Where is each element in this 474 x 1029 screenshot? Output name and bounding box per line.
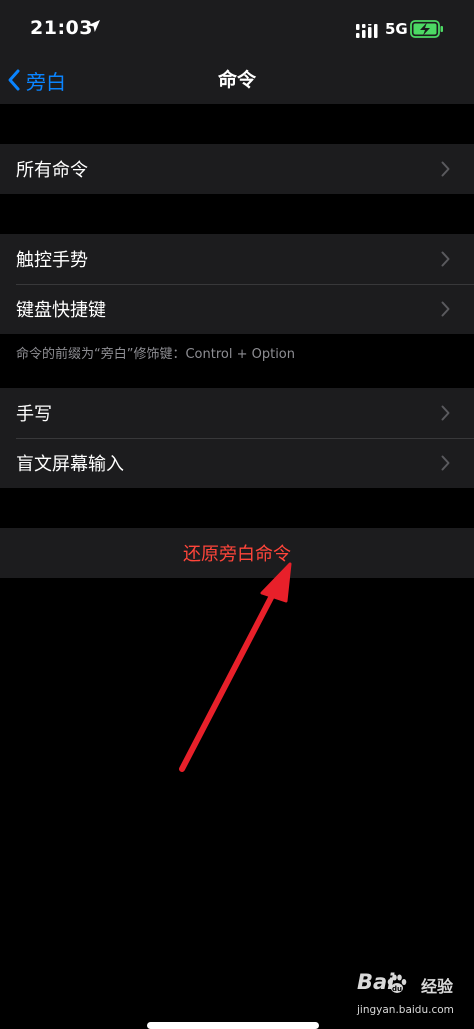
network-type: 5G bbox=[385, 20, 408, 38]
navigation-bar: 命令 旁白 bbox=[0, 56, 474, 104]
battery-charging-icon bbox=[410, 20, 443, 38]
back-button[interactable]: 旁白 bbox=[6, 56, 66, 104]
list-item-label: 键盘快捷键 bbox=[16, 300, 106, 321]
watermark-url: jingyan.baidu.com bbox=[357, 1004, 454, 1016]
chevron-right-icon bbox=[441, 251, 450, 267]
watermark-brand-suffix: 经验 bbox=[421, 977, 454, 996]
baidu-jingyan-watermark: Bai du 经验 jingyan.baidu.com bbox=[355, 970, 465, 1022]
settings-group-reset: 还原旁白命令 bbox=[0, 528, 474, 578]
list-item-label: 盲文屏幕输入 bbox=[16, 454, 124, 475]
list-item-handwriting[interactable]: 手写 bbox=[0, 388, 474, 438]
settings-group-all-commands: 所有命令 bbox=[0, 144, 474, 194]
page-title: 命令 bbox=[217, 69, 256, 91]
chevron-right-icon bbox=[441, 161, 450, 177]
list-item-all-commands[interactable]: 所有命令 bbox=[0, 144, 474, 194]
chevron-right-icon bbox=[441, 301, 450, 317]
chevron-right-icon bbox=[441, 455, 450, 471]
status-bar: 21:03 5G bbox=[0, 0, 474, 56]
svg-text:du: du bbox=[392, 985, 402, 993]
list-item-label: 触控手势 bbox=[16, 250, 88, 271]
location-arrow-icon bbox=[88, 20, 100, 32]
back-button-label: 旁白 bbox=[26, 69, 66, 94]
chevron-left-icon bbox=[8, 69, 20, 91]
list-item-braille-screen-input[interactable]: 盲文屏幕输入 bbox=[0, 438, 474, 488]
paw-icon: du bbox=[387, 974, 407, 993]
list-item-keyboard-shortcuts[interactable]: 键盘快捷键 bbox=[0, 284, 474, 334]
list-item-label: 手写 bbox=[16, 404, 52, 425]
reset-button-label: 还原旁白命令 bbox=[183, 544, 291, 565]
list-item-touch-gestures[interactable]: 触控手势 bbox=[0, 234, 474, 284]
settings-group-writing: 手写 盲文屏幕输入 bbox=[0, 388, 474, 488]
chevron-right-icon bbox=[441, 405, 450, 421]
home-indicator[interactable] bbox=[147, 1022, 319, 1029]
group-footer-note: 命令的前缀为“旁白”修饰键：Control + Option bbox=[16, 347, 296, 362]
cellular-signal-icon bbox=[356, 24, 378, 38]
list-item-label: 所有命令 bbox=[16, 160, 88, 181]
reset-voiceover-commands-button[interactable]: 还原旁白命令 bbox=[0, 528, 474, 578]
settings-group-input: 触控手势 键盘快捷键 bbox=[0, 234, 474, 334]
status-time: 21:03 bbox=[30, 17, 93, 39]
